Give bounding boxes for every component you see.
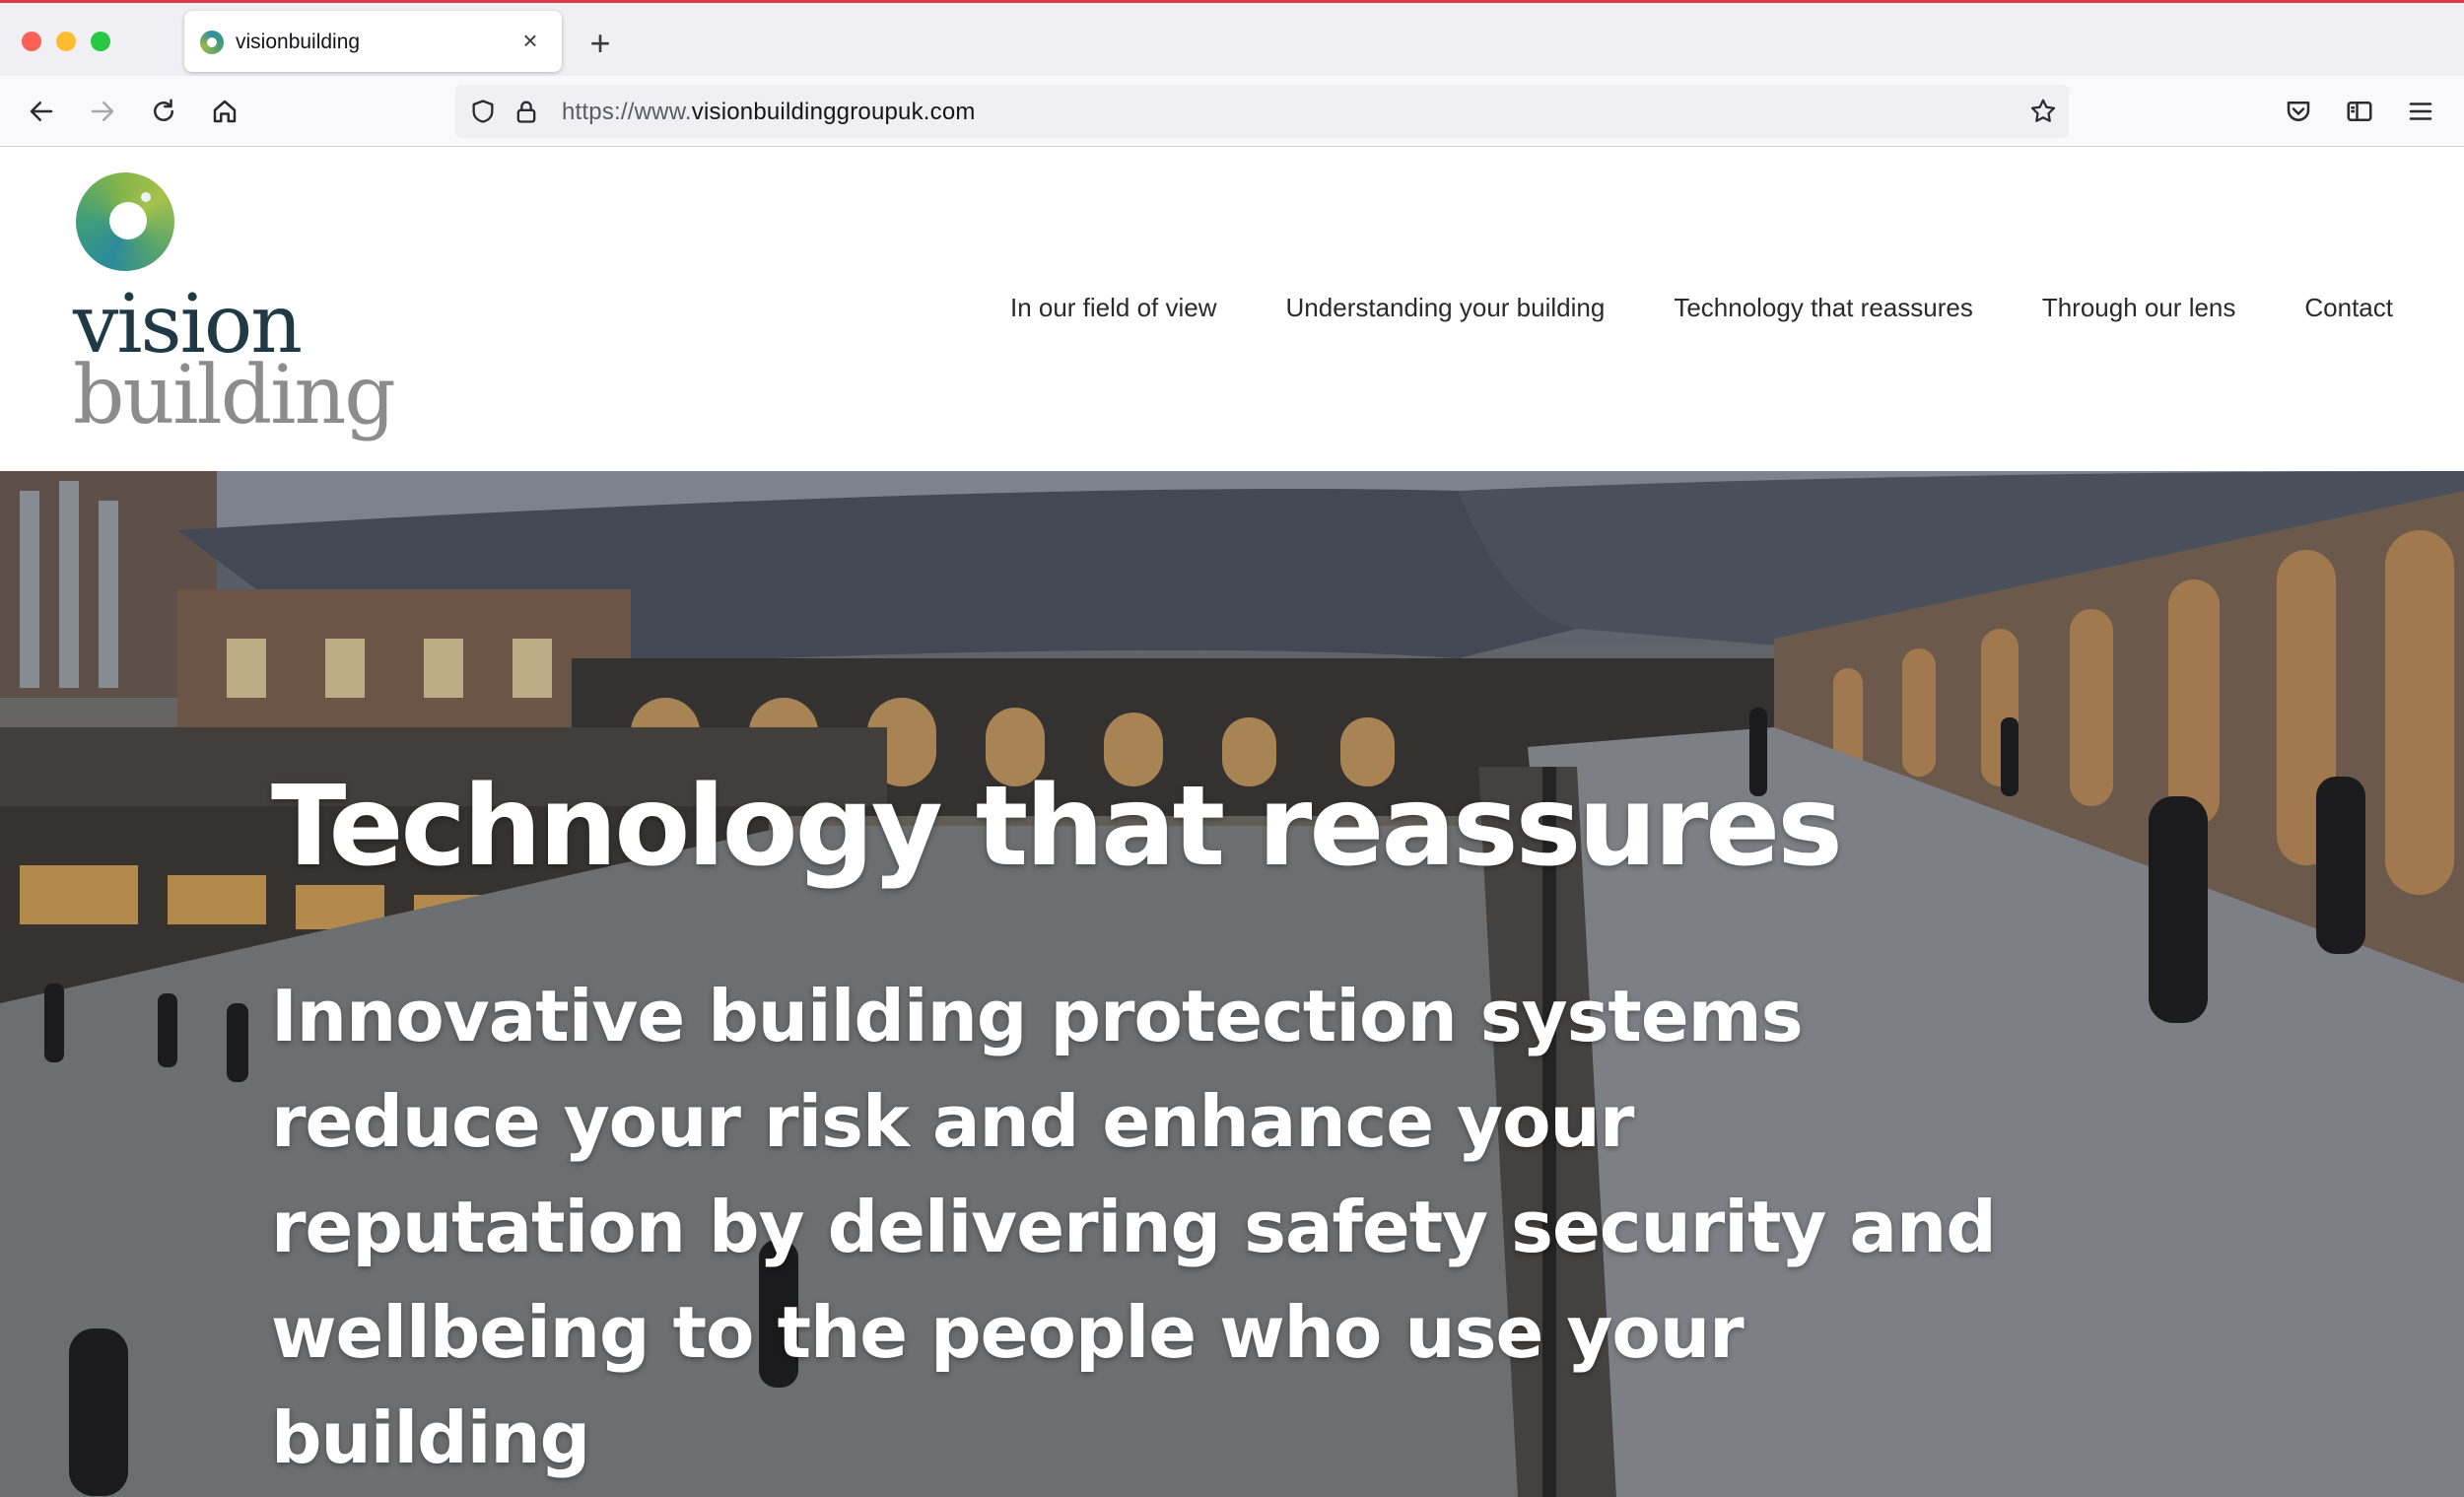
reload-icon: [154, 99, 173, 121]
arrow-right-icon: [91, 102, 114, 121]
arrow-left-icon: [30, 102, 53, 121]
lock-icon[interactable]: [511, 96, 542, 127]
pocket-button[interactable]: [2275, 88, 2322, 135]
main-navigation: In our field of view Understanding your …: [941, 293, 2393, 323]
sidebar-icon: [2347, 102, 2372, 121]
nav-link-through-our-lens[interactable]: Through our lens: [2042, 293, 2236, 323]
reload-button[interactable]: [140, 88, 187, 135]
visionbuilding-logo-icon: [76, 172, 174, 271]
browser-tab-active[interactable]: visionbuilding ×: [184, 11, 562, 72]
site-header: vision building In our field of view Und…: [0, 147, 2464, 471]
hero-section: Technology that reassures Innovative bui…: [0, 471, 2464, 1497]
url-domain: visionbuildinggroupuk.com: [691, 99, 976, 125]
nav-link-in-our-field-of-view[interactable]: In our field of view: [1010, 293, 1217, 323]
url-prefix: https://www.: [562, 99, 692, 125]
forward-button[interactable]: [79, 88, 126, 135]
home-button[interactable]: [201, 88, 248, 135]
tab-close-button[interactable]: ×: [511, 21, 550, 60]
bookmark-star-icon[interactable]: [2027, 96, 2059, 127]
shield-icon[interactable]: [467, 96, 499, 127]
window-close-button[interactable]: [22, 32, 41, 51]
url-text[interactable]: https://www.visionbuildinggroupuk.com: [562, 99, 976, 126]
hamburger-menu-icon: [2409, 102, 2432, 120]
site-logo[interactable]: vision building: [73, 172, 408, 448]
browser-toolbar: https://www.visionbuildinggroupuk.com: [0, 76, 2464, 147]
visionbuilding-logo-icon: [200, 31, 224, 54]
window-minimize-button[interactable]: [56, 32, 76, 51]
logo-text-building: building: [73, 349, 396, 442]
nav-link-understanding-your-building[interactable]: Understanding your building: [1286, 293, 1606, 323]
back-button[interactable]: [18, 88, 65, 135]
nav-link-contact[interactable]: Contact: [2304, 293, 2393, 323]
pocket-icon: [2287, 102, 2310, 121]
new-tab-button[interactable]: +: [578, 21, 623, 66]
nav-link-technology-that-reassures[interactable]: Technology that reassures: [1674, 293, 1973, 323]
menu-button[interactable]: [2397, 88, 2444, 135]
sidebar-button[interactable]: [2336, 88, 2383, 135]
tab-title: visionbuilding: [236, 31, 361, 53]
window-maximize-button[interactable]: [91, 32, 110, 51]
address-bar[interactable]: https://www.visionbuildinggroupuk.com: [455, 85, 2069, 138]
home-icon: [213, 100, 237, 123]
hero-title: Technology that reassures: [271, 763, 1843, 892]
browser-tab-bar: visionbuilding × +: [0, 0, 2464, 76]
hero-subtitle: Innovative building protection systems r…: [271, 975, 1997, 1479]
